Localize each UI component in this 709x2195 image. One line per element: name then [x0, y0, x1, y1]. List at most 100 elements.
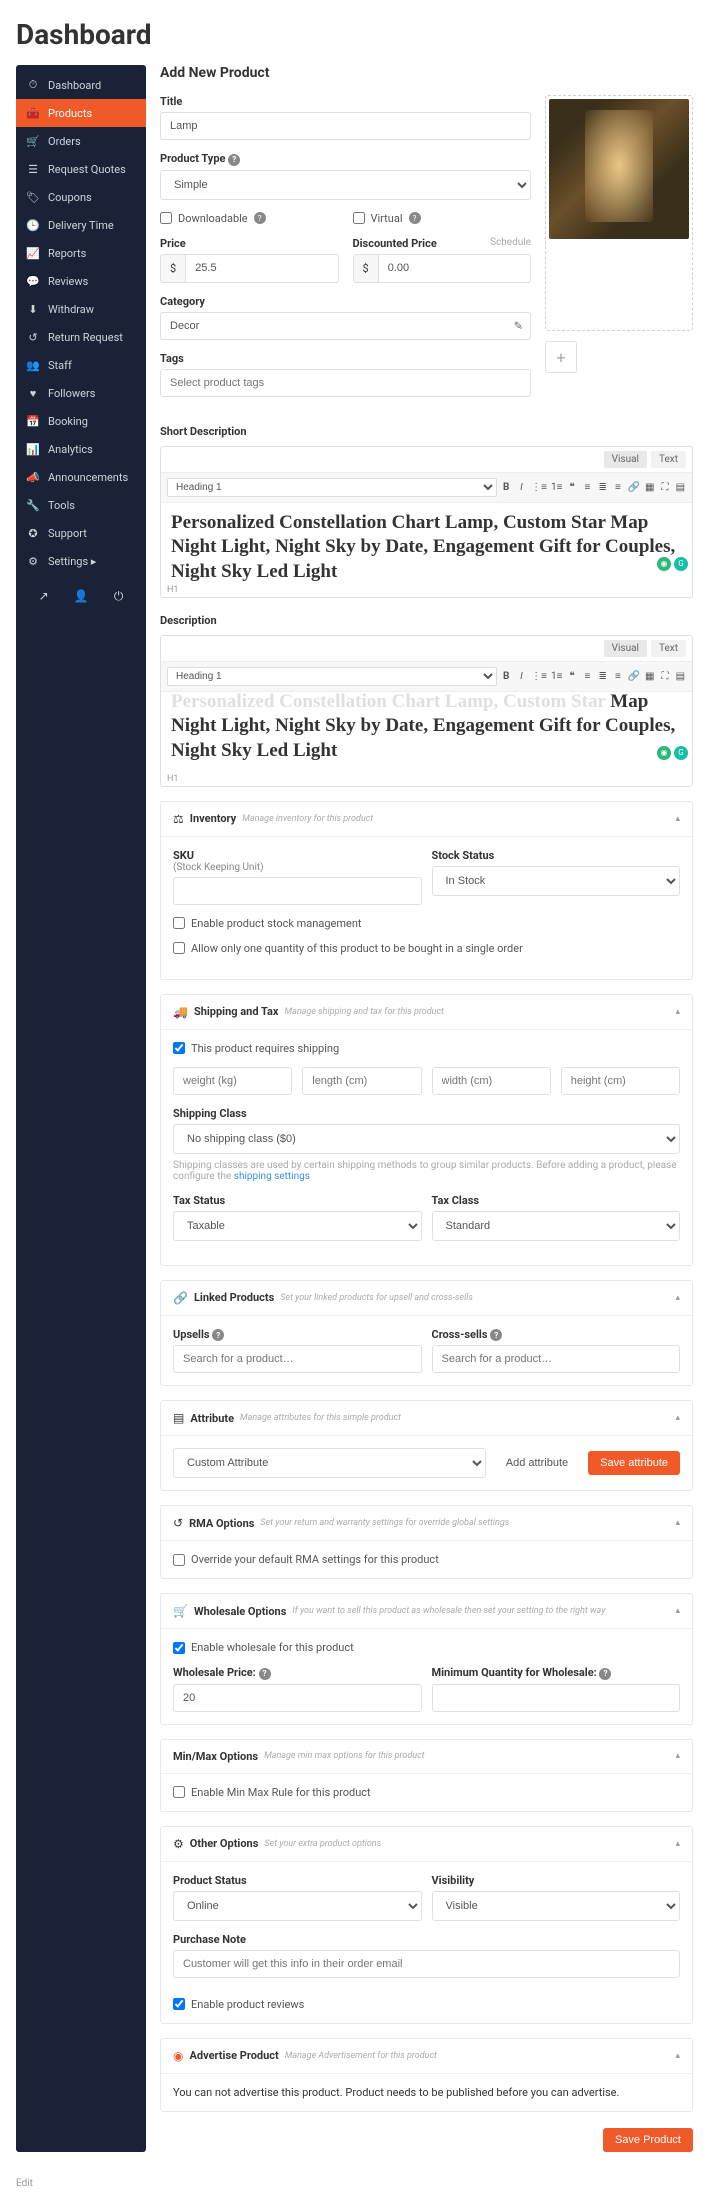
chevron-up-icon[interactable]: ▴ [675, 1839, 680, 1849]
sidebar-item-reports[interactable]: 📈Reports [16, 239, 146, 267]
wholesale-minqty-input[interactable] [432, 1684, 681, 1712]
sidebar-item-announcements[interactable]: 📣Announcements [16, 463, 146, 491]
sidebar-item-coupons[interactable]: 🏷Coupons [16, 183, 146, 211]
bold-icon[interactable]: B [501, 478, 512, 496]
sidebar-item-return-request[interactable]: ↺Return Request [16, 323, 146, 351]
align-right-icon[interactable]: ≡ [612, 478, 623, 496]
ol-icon[interactable]: 1≡ [551, 667, 562, 685]
sidebar-item-request-quotes[interactable]: ☰Request Quotes [16, 155, 146, 183]
fullscreen-icon[interactable]: ⛶ [659, 478, 670, 496]
stock-status-select[interactable]: In Stock [432, 866, 681, 896]
edit-link[interactable]: Edit [0, 2172, 709, 2195]
external-link-icon[interactable]: ↗ [39, 589, 49, 604]
visual-tab[interactable]: Visual [604, 640, 647, 657]
product-status-select[interactable]: Online [173, 1891, 422, 1921]
ul-icon[interactable]: ⋮≡ [531, 478, 547, 496]
product-type-select[interactable]: Simple [160, 170, 531, 200]
image-icon[interactable]: ▦ [644, 667, 655, 685]
chevron-up-icon[interactable]: ▴ [675, 1606, 680, 1616]
chevron-up-icon[interactable]: ▴ [675, 1518, 680, 1528]
sidebar-item-reviews[interactable]: 💬Reviews [16, 267, 146, 295]
image-icon[interactable]: ▦ [644, 478, 655, 496]
chevron-up-icon[interactable]: ▴ [675, 1751, 680, 1761]
sidebar-item-products[interactable]: 🧰Products [16, 99, 146, 127]
upsells-input[interactable] [173, 1345, 422, 1373]
schedule-link[interactable]: Schedule [490, 237, 531, 254]
chevron-up-icon[interactable]: ▴ [675, 2051, 680, 2061]
shipping-class-select[interactable]: No shipping class ($0) [173, 1124, 680, 1154]
shipping-settings-link[interactable]: shipping settings [234, 1171, 310, 1182]
help-icon[interactable]: ? [409, 212, 421, 224]
help-icon[interactable]: ? [212, 1329, 224, 1341]
user-icon[interactable]: 👤 [74, 589, 89, 604]
virtual-checkbox[interactable] [353, 212, 365, 224]
align-left-icon[interactable]: ≡ [582, 478, 593, 496]
ol-icon[interactable]: 1≡ [551, 478, 562, 496]
enable-reviews-checkbox[interactable] [173, 1998, 185, 2010]
sidebar-item-tools[interactable]: 🔧Tools [16, 491, 146, 519]
wholesale-price-input[interactable] [173, 1684, 422, 1712]
add-attribute-button[interactable]: Add attribute [494, 1451, 580, 1475]
sidebar-item-booking[interactable]: 📅Booking [16, 407, 146, 435]
chevron-up-icon[interactable]: ▴ [675, 1007, 680, 1017]
save-attribute-button[interactable]: Save attribute [588, 1451, 680, 1475]
link-icon[interactable]: 🔗 [628, 478, 640, 496]
tax-class-select[interactable]: Standard [432, 1211, 681, 1241]
fullscreen-icon[interactable]: ⛶ [659, 667, 670, 685]
link-icon[interactable]: 🔗 [628, 667, 640, 685]
edit-icon[interactable]: ✎ [514, 319, 523, 332]
attribute-select[interactable]: Custom Attribute [173, 1448, 486, 1478]
sidebar-item-support[interactable]: ✪Support [16, 519, 146, 547]
ul-icon[interactable]: ⋮≡ [531, 667, 547, 685]
weight-input[interactable] [173, 1067, 292, 1095]
text-tab[interactable]: Text [651, 640, 686, 657]
visibility-select[interactable]: Visible [432, 1891, 681, 1921]
add-gallery-image[interactable]: + [545, 341, 577, 373]
one-qty-checkbox[interactable] [173, 942, 185, 954]
align-left-icon[interactable]: ≡ [582, 667, 593, 685]
enable-stock-checkbox[interactable] [173, 917, 185, 929]
sku-input[interactable] [173, 877, 422, 905]
sidebar-item-withdraw[interactable]: ⬇Withdraw [16, 295, 146, 323]
purchase-note-input[interactable] [173, 1950, 680, 1978]
minmax-checkbox[interactable] [173, 1786, 185, 1798]
more-icon[interactable]: ▤ [675, 478, 686, 496]
save-product-button[interactable]: Save Product [603, 2128, 693, 2152]
sidebar-item-staff[interactable]: 👥Staff [16, 351, 146, 379]
category-input[interactable] [160, 312, 531, 340]
sidebar-item-analytics[interactable]: 📊Analytics [16, 435, 146, 463]
title-input[interactable] [160, 112, 531, 140]
align-right-icon[interactable]: ≡ [612, 667, 623, 685]
format-select[interactable]: Heading 1 [167, 478, 497, 497]
price-input[interactable] [185, 254, 338, 283]
crosssells-input[interactable] [432, 1345, 681, 1373]
text-tab[interactable]: Text [651, 451, 686, 468]
editor-content[interactable]: Personalized Constellation Chart Lamp, C… [161, 503, 692, 583]
sidebar-item-settings-[interactable]: ⚙Settings ▸ [16, 547, 146, 575]
help-icon[interactable]: ? [228, 154, 240, 166]
editor-content[interactable]: Personalized Constellation Chart Lamp, C… [161, 692, 692, 772]
sidebar-item-followers[interactable]: ♥Followers [16, 379, 146, 407]
discounted-input[interactable] [378, 254, 531, 283]
power-icon[interactable]: ⏻ [114, 589, 124, 604]
sidebar-item-orders[interactable]: 🛒Orders [16, 127, 146, 155]
width-input[interactable] [432, 1067, 551, 1095]
italic-icon[interactable]: I [516, 478, 527, 496]
italic-icon[interactable]: I [516, 667, 527, 685]
length-input[interactable] [302, 1067, 421, 1095]
chevron-up-icon[interactable]: ▴ [675, 1293, 680, 1303]
help-icon[interactable]: ? [599, 1668, 611, 1680]
bold-icon[interactable]: B [501, 667, 512, 685]
tags-input[interactable] [160, 369, 531, 397]
more-icon[interactable]: ▤ [675, 667, 686, 685]
chevron-up-icon[interactable]: ▴ [675, 1413, 680, 1423]
quote-icon[interactable]: ❝ [566, 667, 577, 685]
visual-tab[interactable]: Visual [604, 451, 647, 468]
help-icon[interactable]: ? [490, 1329, 502, 1341]
rma-override-checkbox[interactable] [173, 1554, 185, 1566]
height-input[interactable] [561, 1067, 680, 1095]
quote-icon[interactable]: ❝ [566, 478, 577, 496]
requires-shipping-checkbox[interactable] [173, 1042, 185, 1054]
align-center-icon[interactable]: ≣ [597, 667, 608, 685]
downloadable-checkbox[interactable] [160, 212, 172, 224]
